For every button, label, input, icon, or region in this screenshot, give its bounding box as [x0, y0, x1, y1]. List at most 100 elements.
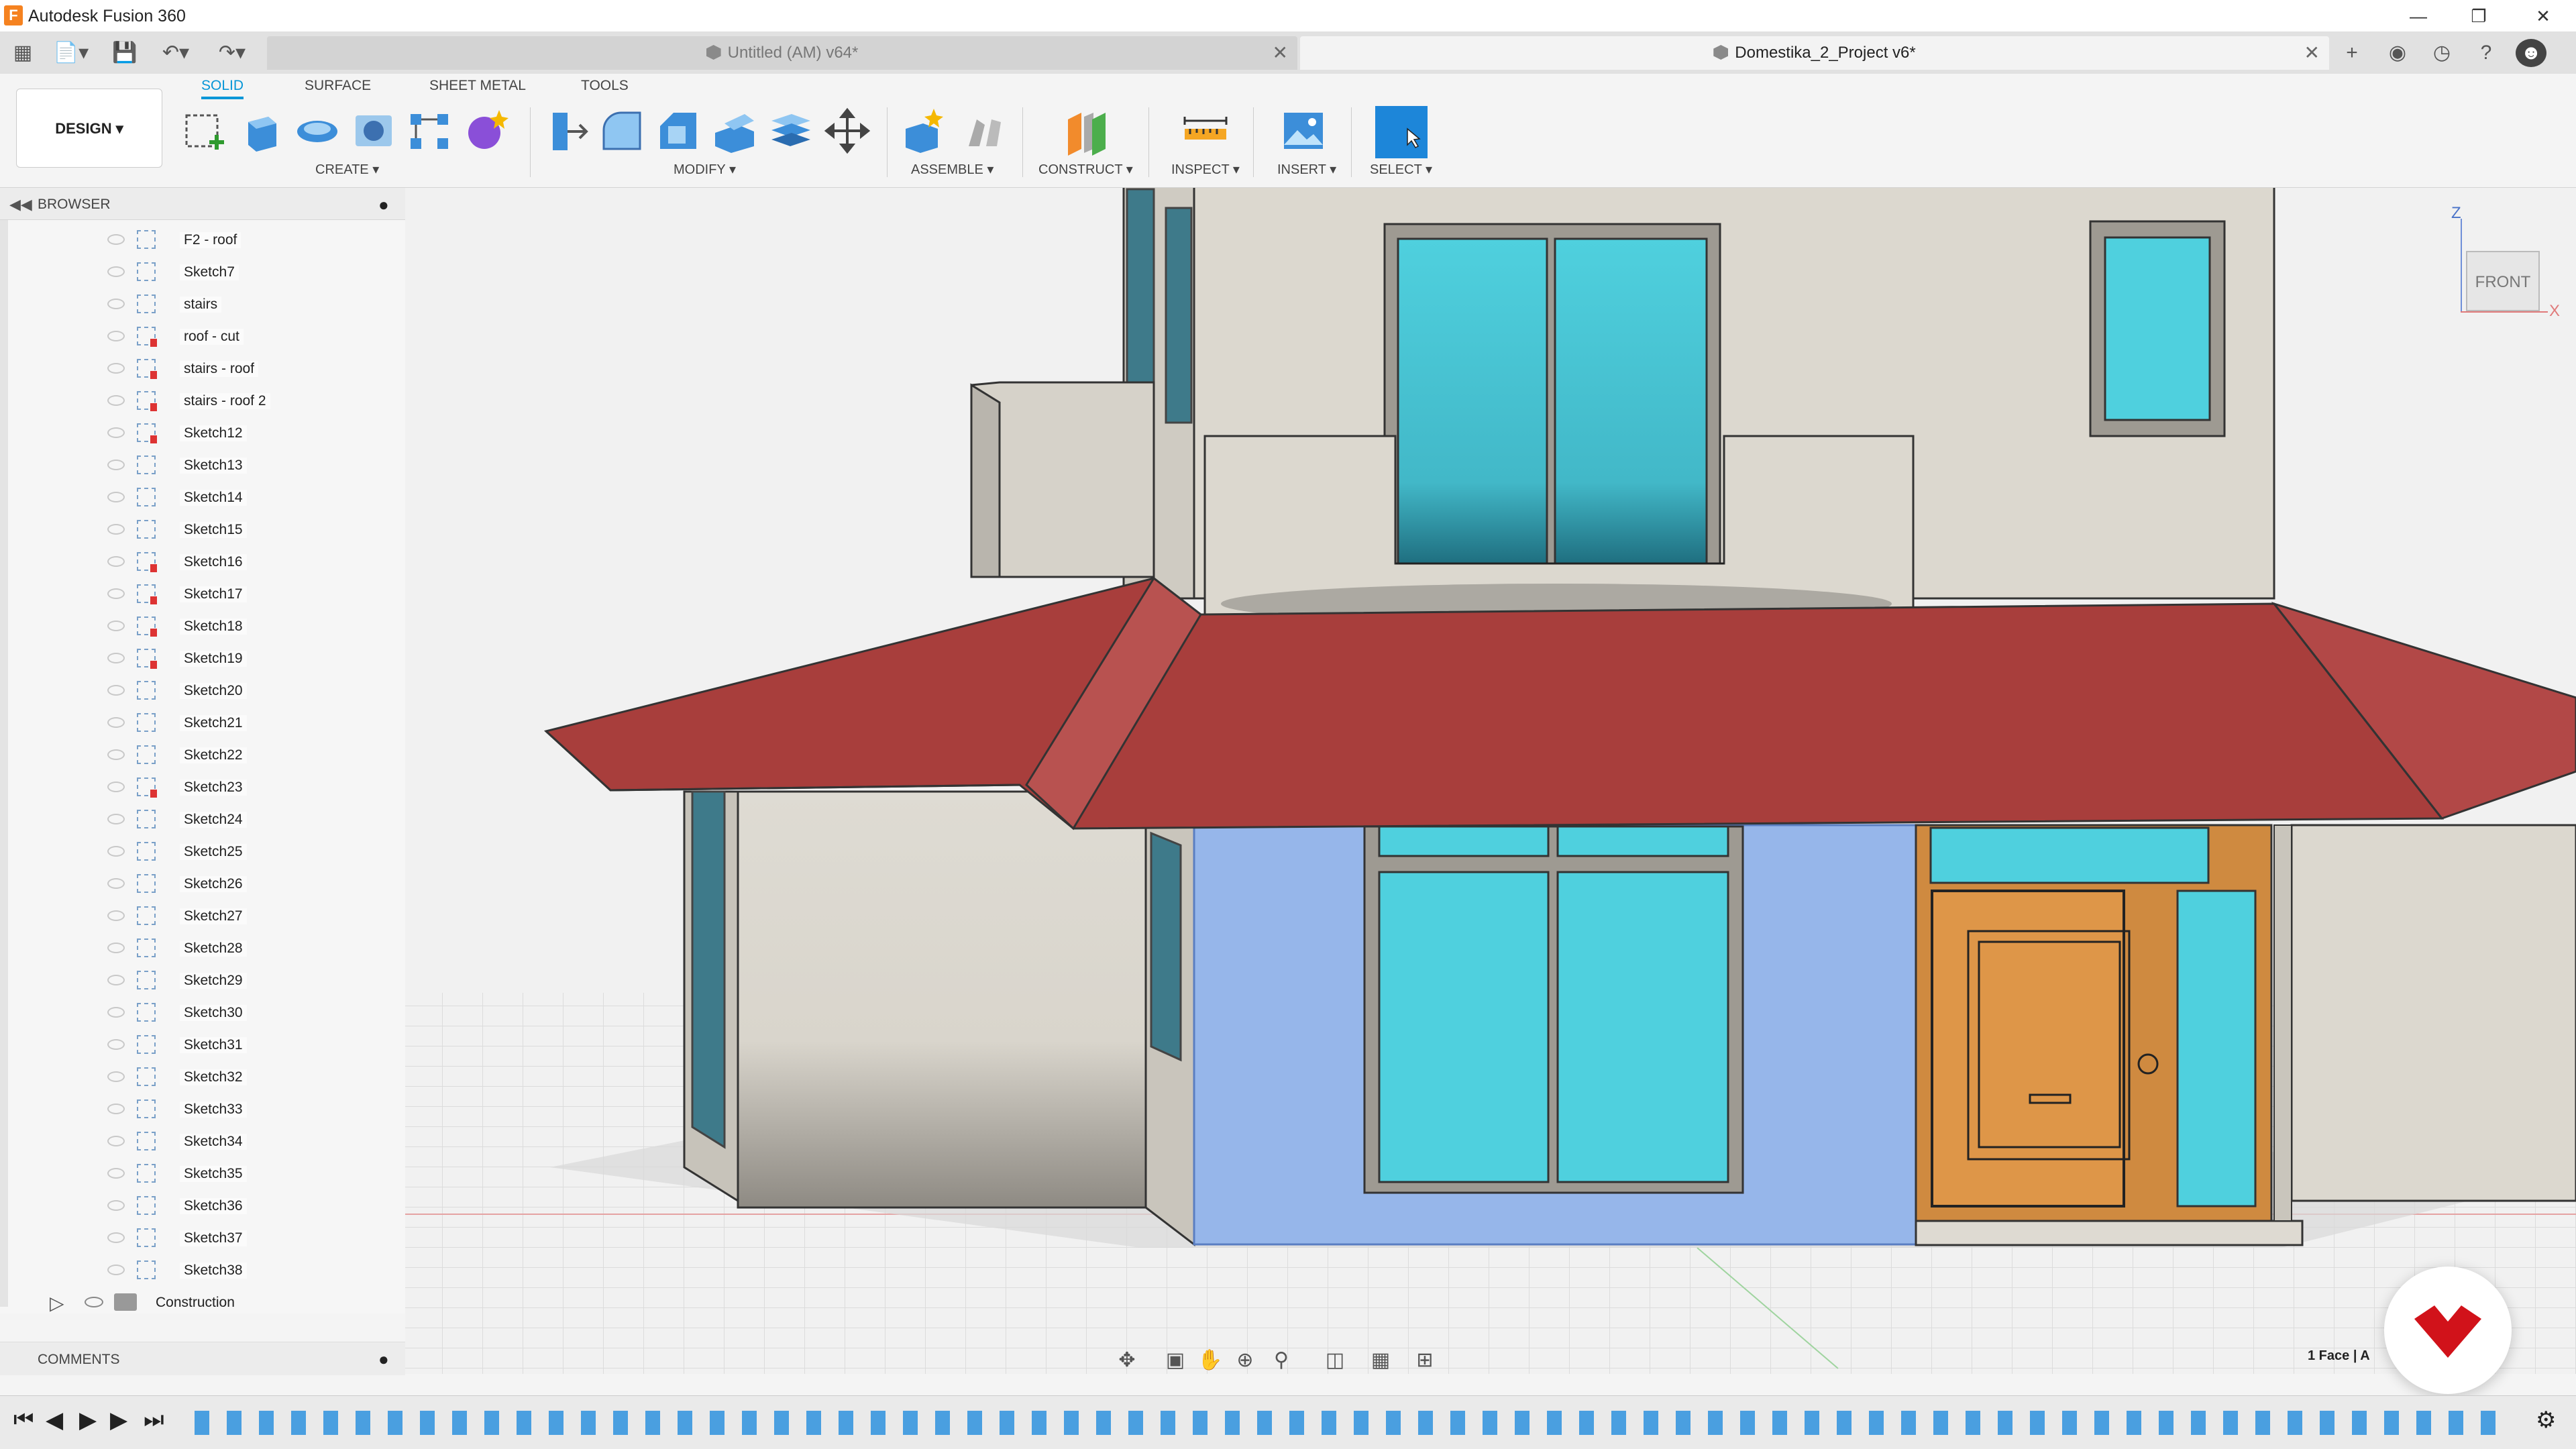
viewports-icon[interactable]: ⊞ — [1411, 1347, 1438, 1374]
browser-item-sketch[interactable]: Sketch34 — [102, 1127, 276, 1155]
browser-item-sketch[interactable]: Sketch32 — [102, 1063, 276, 1091]
expand-arrow-icon[interactable]: ▷ — [50, 1292, 64, 1314]
save-icon[interactable]: 💾 — [111, 39, 138, 67]
tab-untitled[interactable]: Untitled (AM) v64* ✕ — [267, 36, 1297, 70]
visibility-eye-icon[interactable] — [107, 943, 125, 953]
visibility-eye-icon[interactable] — [107, 975, 125, 985]
visibility-eye-icon[interactable] — [107, 1039, 125, 1050]
visibility-eye-icon[interactable] — [85, 1297, 103, 1307]
visibility-eye-icon[interactable] — [107, 814, 125, 824]
side-window[interactable] — [1126, 188, 1155, 405]
browser-item-sketch[interactable]: Sketch33 — [102, 1095, 276, 1123]
visibility-eye-icon[interactable] — [107, 1200, 125, 1211]
browser-item-sketch[interactable]: stairs — [102, 290, 276, 318]
zoom-icon[interactable]: ⊕ — [1232, 1347, 1258, 1374]
visibility-eye-icon[interactable] — [107, 1232, 125, 1243]
door-transom[interactable] — [1929, 826, 2210, 884]
visibility-eye-icon[interactable] — [107, 878, 125, 889]
visibility-eye-icon[interactable] — [107, 1136, 125, 1146]
group-create[interactable]: CREATE ▾ — [315, 161, 379, 178]
tab-domestika-project[interactable]: Domestika_2_Project v6* ✕ — [1300, 36, 2329, 70]
browser-item-sketch[interactable]: Sketch36 — [102, 1191, 276, 1220]
visibility-eye-icon[interactable] — [107, 1104, 125, 1114]
browser-pin-icon[interactable]: ● — [378, 195, 389, 215]
browser-item-sketch[interactable]: Sketch37 — [102, 1224, 276, 1252]
browser-item-sketch[interactable]: stairs - roof 2 — [102, 386, 276, 415]
browser-item-sketch[interactable]: Sketch29 — [102, 966, 276, 994]
browser-item-sketch[interactable]: Sketch38 — [102, 1256, 276, 1284]
create-form-icon[interactable] — [462, 106, 511, 156]
redo-icon[interactable]: ↷▾ — [212, 39, 252, 67]
fillet-icon[interactable] — [597, 106, 647, 156]
browser-item-sketch[interactable]: Sketch16 — [102, 547, 276, 576]
visibility-eye-icon[interactable] — [107, 234, 125, 245]
visibility-eye-icon[interactable] — [107, 782, 125, 792]
restore-icon[interactable]: ❐ — [2455, 3, 2502, 30]
group-construct[interactable]: CONSTRUCT ▾ — [1038, 161, 1133, 178]
press-pull-icon[interactable] — [541, 106, 590, 156]
browser-item-sketch[interactable]: Sketch15 — [102, 515, 276, 543]
browser-item-sketch[interactable]: Sketch24 — [102, 805, 276, 833]
folder-construction[interactable]: ▷ Construction — [50, 1288, 331, 1316]
orbit-icon[interactable]: ✥ — [1114, 1347, 1140, 1374]
grid-settings-icon[interactable]: ▦ — [1367, 1347, 1394, 1374]
close-window-icon[interactable]: ✕ — [2520, 3, 2567, 30]
new-component-icon[interactable] — [899, 106, 949, 156]
group-modify[interactable]: MODIFY ▾ — [674, 161, 736, 178]
visibility-eye-icon[interactable] — [107, 363, 125, 374]
browser-item-sketch[interactable]: Sketch23 — [102, 773, 276, 801]
job-status-icon[interactable]: ◉ — [2384, 39, 2411, 67]
lower-window-pane[interactable] — [1556, 871, 1729, 1183]
user-avatar[interactable]: ☻ — [2516, 39, 2546, 67]
mid-narrow-window[interactable] — [1150, 831, 1182, 1062]
offset-plane-icon[interactable] — [1061, 106, 1111, 156]
visibility-eye-icon[interactable] — [107, 427, 125, 438]
minimize-icon[interactable]: — — [2395, 3, 2442, 30]
left-narrow-window[interactable] — [691, 790, 726, 1149]
extrude-icon[interactable] — [236, 106, 286, 156]
browser-item-sketch[interactable]: roof - cut — [102, 322, 276, 350]
browser-item-sketch[interactable]: Sketch19 — [102, 644, 276, 672]
workspace-switcher[interactable]: DESIGN ▾ — [16, 89, 162, 168]
side-window[interactable] — [1165, 207, 1193, 424]
browser-item-sketch[interactable]: Sketch25 — [102, 837, 276, 865]
tab-tools[interactable]: TOOLS — [581, 78, 629, 94]
insert-image-icon[interactable] — [1279, 106, 1328, 156]
visibility-eye-icon[interactable] — [107, 588, 125, 599]
visibility-eye-icon[interactable] — [107, 1007, 125, 1018]
add-comment-icon[interactable]: ● — [378, 1349, 389, 1370]
timeline-features[interactable] — [195, 1411, 2502, 1435]
browser-item-sketch[interactable]: stairs - roof — [102, 354, 276, 382]
visibility-eye-icon[interactable] — [107, 556, 125, 567]
visibility-eye-icon[interactable] — [107, 1071, 125, 1082]
visibility-eye-icon[interactable] — [107, 1168, 125, 1179]
lower-left-wall[interactable] — [737, 790, 1147, 1209]
group-select[interactable]: SELECT ▾ — [1370, 161, 1432, 178]
joint-icon[interactable] — [959, 106, 1009, 156]
step-back-icon[interactable]: ◀ — [46, 1407, 63, 1434]
fit-icon[interactable]: ⚲ — [1268, 1347, 1295, 1374]
balcony-window-pane[interactable] — [1397, 237, 1548, 565]
display-settings-icon[interactable]: ◫ — [1322, 1347, 1348, 1374]
browser-item-sketch[interactable]: Sketch7 — [102, 258, 276, 286]
view-cube[interactable]: Z X FRONT — [2451, 204, 2565, 331]
browser-item-sketch[interactable]: Sketch28 — [102, 934, 276, 962]
visibility-eye-icon[interactable] — [107, 621, 125, 631]
tab-sheet-metal[interactable]: SHEET METAL — [429, 78, 526, 94]
lower-window-pane[interactable] — [1378, 871, 1550, 1183]
look-at-icon[interactable]: ▣ — [1162, 1347, 1189, 1374]
move-copy-icon[interactable] — [822, 106, 872, 156]
pan-icon[interactable]: ✋ — [1197, 1347, 1224, 1374]
browser-item-sketch[interactable]: Sketch20 — [102, 676, 276, 704]
visibility-eye-icon[interactable] — [107, 492, 125, 502]
visibility-eye-icon[interactable] — [107, 717, 125, 728]
upper-small-window-pane[interactable] — [2104, 236, 2211, 421]
lower-right-wall[interactable] — [2290, 824, 2576, 1202]
browser-item-sketch[interactable]: Sketch31 — [102, 1030, 276, 1059]
create-sketch-icon[interactable] — [180, 106, 229, 156]
close-tab-icon[interactable]: ✕ — [2304, 36, 2320, 70]
comments-panel[interactable]: COMMENTS ● — [0, 1342, 405, 1375]
visibility-eye-icon[interactable] — [107, 524, 125, 535]
visibility-eye-icon[interactable] — [107, 846, 125, 857]
view-cube-front-face[interactable]: FRONT — [2466, 251, 2540, 311]
